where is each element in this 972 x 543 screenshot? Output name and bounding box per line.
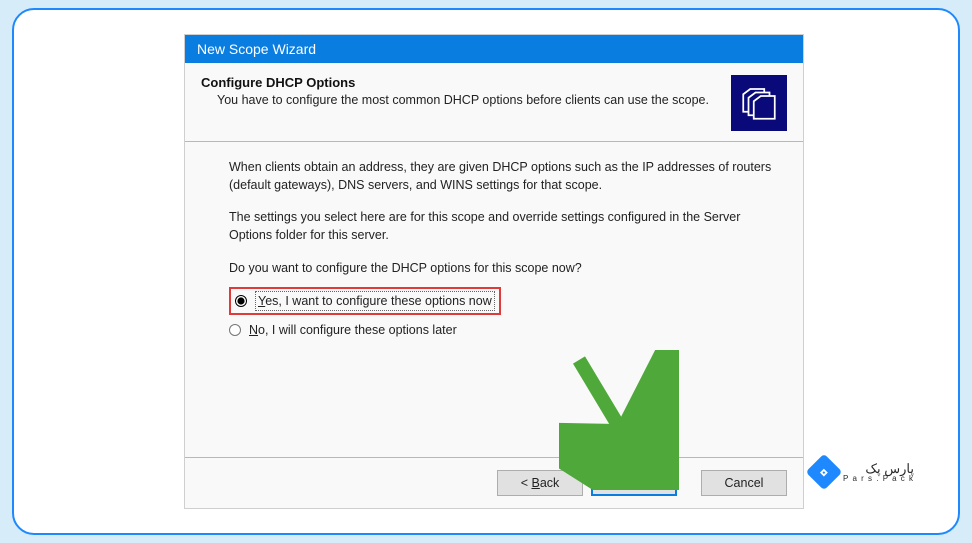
- watermark-logo: ⋄ پارس پک P a r s . P a c k: [805, 455, 920, 489]
- header-title: Configure DHCP Options: [201, 75, 719, 90]
- body-question: Do you want to configure the DHCP option…: [229, 259, 773, 277]
- header-text: Configure DHCP Options You have to confi…: [201, 75, 719, 109]
- spacer: [229, 345, 773, 445]
- dialog-title: New Scope Wizard: [197, 41, 316, 57]
- back-button[interactable]: < Back: [497, 470, 583, 496]
- highlight-annotation: Yes, I want to configure these options n…: [229, 287, 501, 315]
- page-frame: New Scope Wizard Configure DHCP Options …: [12, 8, 960, 535]
- folders-icon: [731, 75, 787, 131]
- radio-yes[interactable]: [235, 295, 247, 307]
- watermark-icon: ⋄: [806, 454, 843, 491]
- dialog-header: Configure DHCP Options You have to confi…: [185, 63, 803, 142]
- radio-no-row[interactable]: No, I will configure these options later: [229, 321, 773, 339]
- header-subtitle: You have to configure the most common DH…: [201, 92, 719, 109]
- dialog-footer: < Back Next > Cancel: [185, 458, 803, 508]
- next-button[interactable]: Next >: [591, 470, 677, 496]
- watermark-text: پارس پک P a r s . P a c k: [843, 462, 914, 483]
- radio-no[interactable]: [229, 324, 241, 336]
- new-scope-wizard-dialog: New Scope Wizard Configure DHCP Options …: [184, 34, 804, 509]
- dialog-titlebar: New Scope Wizard: [185, 35, 803, 63]
- cancel-button[interactable]: Cancel: [701, 470, 787, 496]
- radio-yes-label: Yes, I want to configure these options n…: [255, 291, 495, 311]
- body-para-1: When clients obtain an address, they are…: [229, 158, 773, 194]
- radio-no-label: No, I will configure these options later: [249, 321, 457, 339]
- body-para-2: The settings you select here are for thi…: [229, 208, 773, 244]
- dialog-body: When clients obtain an address, they are…: [185, 142, 803, 457]
- radio-yes-row[interactable]: Yes, I want to configure these options n…: [229, 287, 773, 315]
